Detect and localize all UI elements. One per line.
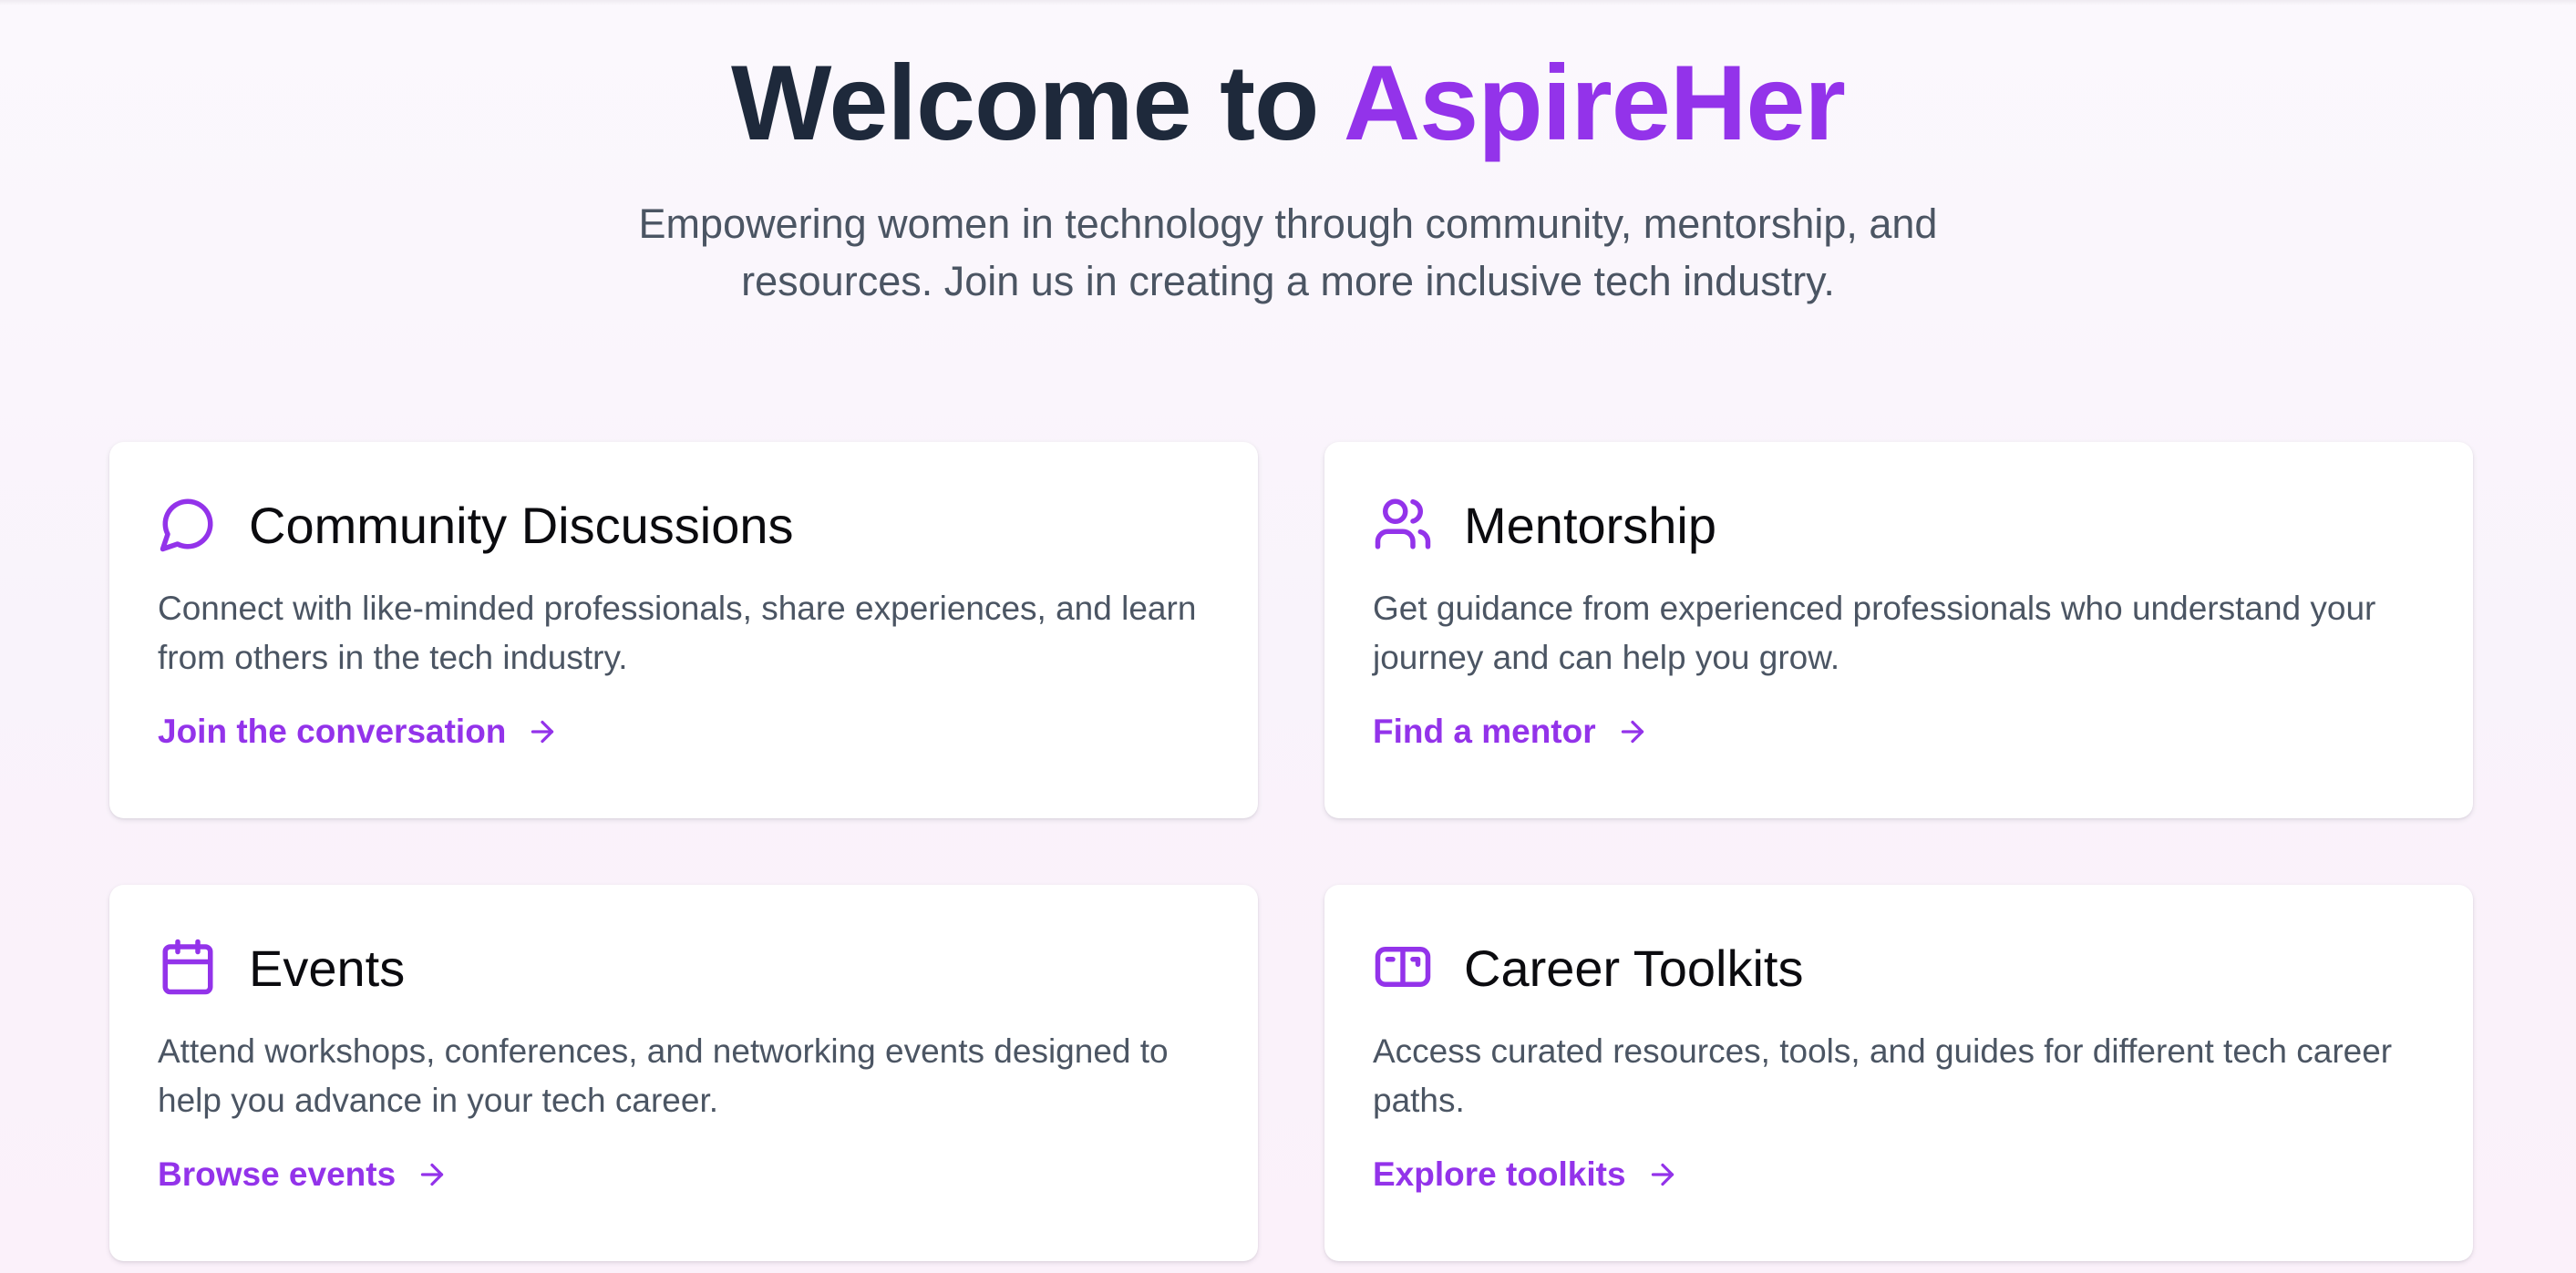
join-conversation-link[interactable]: Join the conversation	[158, 707, 559, 756]
top-shadow	[0, 0, 2576, 5]
find-mentor-link[interactable]: Find a mentor	[1373, 707, 1649, 756]
arrow-right-icon	[1621, 720, 1643, 744]
card-title: Community Discussions	[249, 497, 794, 554]
link-label: Find a mentor	[1373, 713, 1596, 750]
arrow-right-icon	[1651, 1163, 1674, 1186]
hero-subtitle: Empowering women in technology through c…	[638, 200, 1938, 304]
calendar-icon	[162, 939, 213, 995]
card-mentorship: Mentorship Get guidance from experienced…	[1324, 442, 2473, 818]
brand-name: AspireHer	[1343, 43, 1846, 162]
page-title-prefix: Welcome to	[731, 43, 1344, 162]
card-career-toolkits: Career Toolkits Access curated resources…	[1324, 885, 2473, 1261]
card-description: Connect with like-minded professionals, …	[158, 590, 1197, 676]
link-label: Explore toolkits	[1373, 1155, 1626, 1193]
card-title: Career Toolkits	[1464, 939, 1804, 997]
link-label: Browse events	[158, 1155, 397, 1193]
card-description: Get guidance from experienced profession…	[1373, 590, 2376, 676]
arrow-right-icon	[421, 1163, 444, 1186]
toolkit-icon	[1375, 947, 1431, 987]
chat-bubble-icon	[160, 498, 213, 552]
browse-events-link[interactable]: Browse events	[158, 1150, 448, 1199]
users-icon	[1375, 498, 1431, 549]
card-title: Events	[249, 939, 406, 997]
explore-toolkits-link[interactable]: Explore toolkits	[1373, 1150, 1679, 1199]
arrow-right-icon	[531, 720, 554, 744]
link-label: Join the conversation	[158, 713, 507, 750]
card-description: Attend workshops, conferences, and netwo…	[158, 1032, 1169, 1119]
page-title: Welcome to AspireHer	[0, 44, 2576, 162]
card-title: Mentorship	[1464, 497, 1717, 554]
card-events: Events Attend workshops, conferences, an…	[109, 885, 1258, 1261]
card-description: Access curated resources, tools, and gui…	[1373, 1032, 2393, 1119]
card-community-discussions: Community Discussions Connect with like-…	[109, 442, 1258, 818]
